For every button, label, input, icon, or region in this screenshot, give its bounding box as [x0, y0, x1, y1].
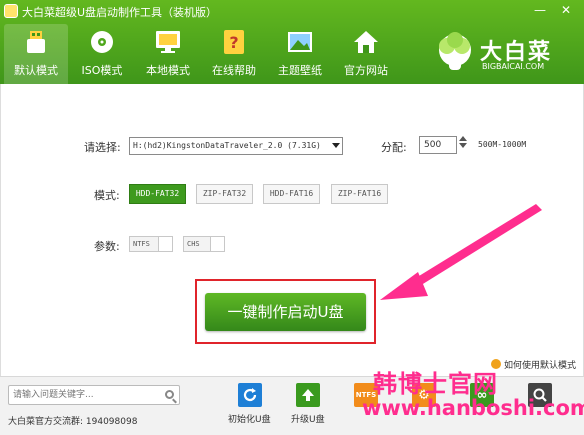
watermark-text: 韩博士官网 [373, 370, 498, 398]
annotation-arrow [380, 204, 542, 300]
upgrade-usb-label[interactable]: 升级U盘 [291, 412, 325, 425]
tab-online-help[interactable]: ? 在线帮助 [202, 24, 266, 84]
tab-local-mode[interactable]: 本地模式 [136, 24, 200, 84]
home-icon [351, 28, 381, 56]
toggle-label: NTFS [133, 240, 150, 248]
tab-label: 在线帮助 [212, 64, 256, 77]
alloc-stepper[interactable] [458, 134, 468, 156]
title-bar: 大白菜超级U盘启动制作工具（装机版） — ✕ [0, 0, 584, 22]
picture-icon [285, 28, 315, 56]
toggle-knob [158, 237, 172, 251]
minimize-button[interactable]: — [530, 2, 550, 18]
qq-group-info: 大白菜官方交流群: 194098098 [8, 417, 138, 427]
header-bar: 大白菜超级U盘启动制作工具（装机版） — ✕ 默认模式 ISO模式 本地模式 ? [0, 0, 584, 84]
help-search[interactable] [8, 385, 180, 405]
tab-default-mode[interactable]: 默认模式 [4, 24, 68, 84]
make-boot-usb-button[interactable]: 一键制作启动U盘 [205, 293, 366, 331]
usb-drive-icon [21, 28, 51, 56]
logo-domain: BIGBAICAI.COM [482, 62, 545, 71]
tab-official-site[interactable]: 官方网站 [334, 24, 398, 84]
alloc-label: 分配: [381, 141, 407, 154]
svg-text:?: ? [229, 33, 238, 52]
window-title: 大白菜超级U盘启动制作工具（装机版） [22, 6, 218, 19]
tab-label: ISO模式 [81, 64, 123, 77]
brand-logo: 大白菜 BIGBAICAI.COM [430, 28, 578, 78]
param-chs-toggle[interactable]: CHS [183, 236, 225, 252]
mode-tabs: 默认模式 ISO模式 本地模式 ? 在线帮助 主题壁纸 官方网站 [4, 24, 400, 84]
refresh-icon[interactable] [238, 383, 262, 407]
chevron-down-icon [332, 143, 340, 148]
app-icon [4, 4, 18, 18]
mode-hdd-fat32[interactable]: HDD-FAT32 [129, 184, 186, 204]
tab-label: 默认模式 [14, 64, 58, 77]
device-select[interactable]: H:(hd2)KingstonDataTraveler_2.0 (7.31G) [129, 137, 343, 155]
mode-label: 模式: [94, 189, 120, 202]
disc-icon [87, 28, 117, 56]
tab-theme-wallpaper[interactable]: 主题壁纸 [268, 24, 332, 84]
upgrade-arrow-icon[interactable] [296, 383, 320, 407]
param-ntfs-toggle[interactable]: NTFS [129, 236, 173, 252]
stepper-down-icon[interactable] [459, 143, 467, 148]
device-select-label: 请选择: [84, 141, 121, 154]
search-input[interactable] [9, 386, 157, 404]
toggle-label: CHS [187, 240, 200, 248]
search-icon[interactable] [165, 390, 174, 399]
stepper-up-icon[interactable] [459, 136, 467, 141]
monitor-icon [153, 28, 183, 56]
default-mode-help-link[interactable]: 如何使用默认模式 [504, 358, 576, 371]
alloc-input[interactable]: 500 [419, 136, 457, 154]
mode-zip-fat32[interactable]: ZIP-FAT32 [196, 184, 253, 204]
close-button[interactable]: ✕ [556, 2, 576, 18]
init-usb-label[interactable]: 初始化U盘 [228, 412, 271, 425]
help-book-icon: ? [219, 28, 249, 56]
watermark-url: www.hanboshi.com [362, 396, 584, 420]
device-select-value: H:(hd2)KingstonDataTraveler_2.0 (7.31G) [133, 141, 321, 150]
mode-hdd-fat16[interactable]: HDD-FAT16 [263, 184, 320, 204]
tab-label: 本地模式 [146, 64, 190, 77]
toggle-knob [210, 237, 224, 251]
tab-label: 官方网站 [344, 64, 388, 77]
tab-label: 主题壁纸 [278, 64, 322, 77]
param-label: 参数: [94, 240, 120, 253]
cabbage-logo-icon [439, 32, 471, 70]
tab-iso-mode[interactable]: ISO模式 [70, 24, 134, 84]
alloc-range: 500M-1000M [478, 140, 527, 149]
